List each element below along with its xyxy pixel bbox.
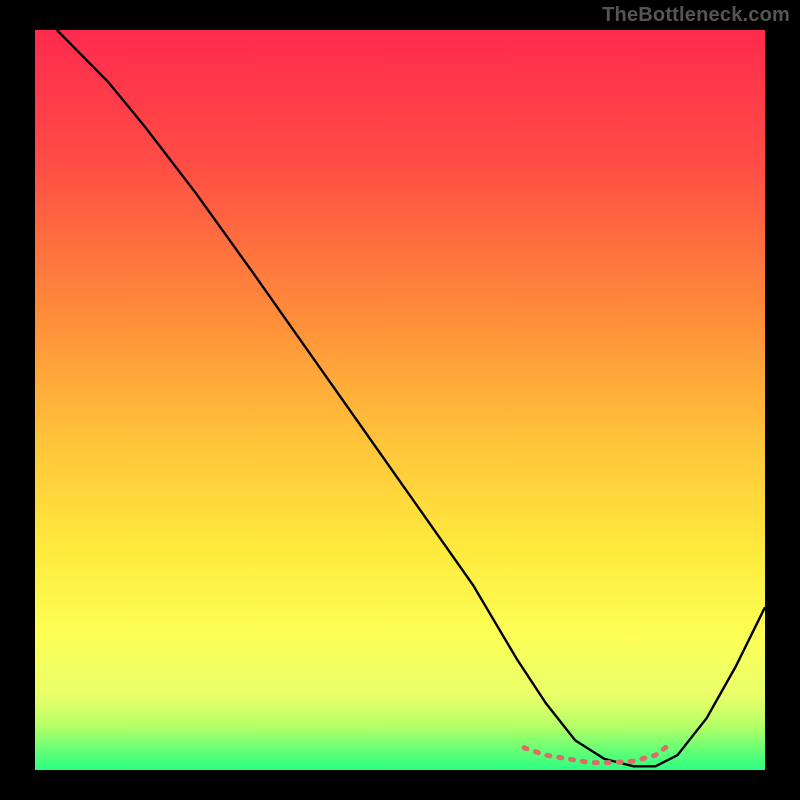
watermark-text: TheBottleneck.com bbox=[602, 4, 790, 27]
chart-frame: TheBottleneck.com bbox=[0, 0, 800, 800]
bottleneck-chart bbox=[35, 30, 765, 770]
chart-background bbox=[35, 30, 765, 770]
